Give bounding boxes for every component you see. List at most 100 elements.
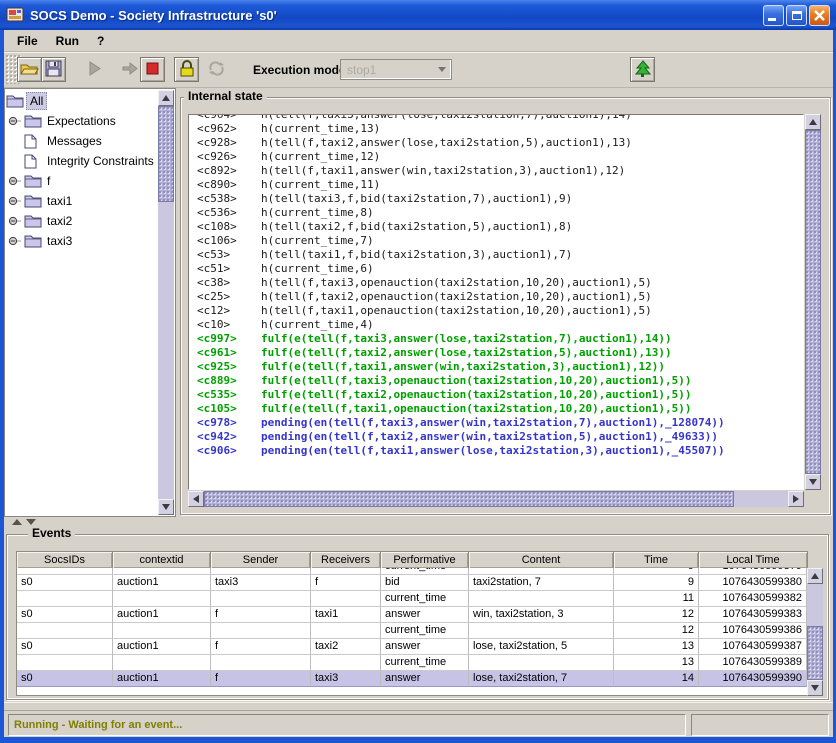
state-line: <c12>h(tell(f,taxi1,openauction(taxi2sta… xyxy=(197,304,803,318)
state-horizontal-scrollbar[interactable] xyxy=(188,491,804,507)
table-row[interactable]: s0auction1ftaxi2answerlose, taxi2station… xyxy=(17,639,807,655)
tree-item-integrity-constraints[interactable]: Integrity Constraints xyxy=(6,151,158,171)
scrollbar-thumb[interactable] xyxy=(204,491,734,507)
expand-handle-icon[interactable] xyxy=(6,195,24,207)
scroll-down-button[interactable] xyxy=(807,680,823,696)
table-cell: current_time xyxy=(381,623,469,639)
tree-vertical-scrollbar[interactable] xyxy=(158,90,174,515)
state-line-text: h(current_time,11) xyxy=(261,178,380,192)
internal-state-border: <c964>h(tell(f,taxi3,answer(lose,taxi2st… xyxy=(180,97,831,515)
collapse-up-button[interactable] xyxy=(12,519,22,525)
tree-item-f[interactable]: f xyxy=(6,171,158,191)
internal-state-textarea[interactable]: <c964>h(tell(f,taxi3,answer(lose,taxi2st… xyxy=(188,114,804,490)
state-line-text: fulf(e(tell(f,taxi3,openauction(taxi2sta… xyxy=(261,374,691,388)
open-button[interactable] xyxy=(17,57,42,82)
scroll-right-button[interactable] xyxy=(788,491,804,507)
column-header-receivers[interactable]: Receivers xyxy=(311,552,381,568)
society-button[interactable] xyxy=(630,57,655,82)
column-header-performative[interactable]: Performative xyxy=(381,552,469,568)
expand-handle-icon[interactable] xyxy=(6,235,24,247)
table-cell: lose, taxi2station, 7 xyxy=(469,671,614,687)
table-row[interactable]: current_time111076430599382 xyxy=(17,591,807,607)
scroll-up-button[interactable] xyxy=(805,114,821,130)
tree-item-expectations[interactable]: Expectations xyxy=(6,111,158,131)
events-table-body: current_time91076430599379s0auction1taxi… xyxy=(16,568,808,696)
expand-handle-icon[interactable] xyxy=(6,175,24,187)
close-button[interactable] xyxy=(809,5,830,26)
maximize-button[interactable] xyxy=(786,5,807,26)
state-line-id: <c10> xyxy=(197,318,261,332)
app-icon xyxy=(6,6,24,24)
menu-bar: FileRun? xyxy=(4,30,833,52)
events-table: SocsIDscontextidSenderReceiversPerformat… xyxy=(16,551,808,696)
table-cell xyxy=(113,623,211,639)
expand-handle-icon[interactable] xyxy=(6,215,24,227)
column-header-sender[interactable]: Sender xyxy=(211,552,311,568)
scroll-down-button[interactable] xyxy=(805,474,821,490)
execution-mode-combobox[interactable]: stop1 xyxy=(340,59,452,80)
column-header-local-time[interactable]: Local Time xyxy=(699,552,807,568)
play-button[interactable] xyxy=(82,57,107,82)
open-folder-icon xyxy=(20,60,39,80)
scroll-up-button[interactable] xyxy=(158,90,174,106)
menu-item-file[interactable]: File xyxy=(8,32,47,50)
folder-icon xyxy=(24,234,44,248)
table-cell: auction1 xyxy=(113,575,211,591)
expand-handle-icon[interactable] xyxy=(6,115,24,127)
minimize-button[interactable] xyxy=(763,5,784,26)
scroll-left-button[interactable] xyxy=(188,491,204,507)
events-panel: Events SocsIDscontextidSenderReceiversPe… xyxy=(6,527,829,702)
state-line: <c890>h(current_time,11) xyxy=(197,178,803,192)
table-cell xyxy=(311,623,381,639)
menu-item-run[interactable]: Run xyxy=(47,32,88,50)
scrollbar-thumb[interactable] xyxy=(158,106,174,202)
title-bar[interactable]: SOCS Demo - Society Infrastructure 's0' xyxy=(0,0,836,30)
table-row[interactable]: current_time131076430599389 xyxy=(17,655,807,671)
scrollbar-thumb[interactable] xyxy=(807,626,823,680)
table-row[interactable]: current_time91076430599379 xyxy=(17,568,807,575)
horizontal-splitter[interactable] xyxy=(4,517,833,527)
state-line-id: <c926> xyxy=(197,150,261,164)
state-vertical-scrollbar[interactable] xyxy=(805,114,821,490)
state-line-id: <c38> xyxy=(197,276,261,290)
table-row[interactable]: current_time121076430599386 xyxy=(17,623,807,639)
table-cell: auction1 xyxy=(113,671,211,687)
column-header-content[interactable]: Content xyxy=(469,552,614,568)
state-line-id: <c53> xyxy=(197,248,261,262)
arrow-right-icon xyxy=(793,495,799,503)
save-icon xyxy=(45,60,62,80)
table-cell: 9 xyxy=(614,575,699,591)
state-line-text: fulf(e(tell(f,taxi3,answer(lose,taxi2sta… xyxy=(261,332,672,346)
scrollbar-thumb[interactable] xyxy=(805,130,821,474)
table-row[interactable]: s0auction1ftaxi1answerwin, taxi2station,… xyxy=(17,607,807,623)
state-line-text: fulf(e(tell(f,taxi2,openauction(taxi2sta… xyxy=(261,388,691,402)
table-cell: taxi3 xyxy=(211,575,311,591)
events-table-header: SocsIDscontextidSenderReceiversPerformat… xyxy=(16,551,808,568)
table-row[interactable]: s0auction1ftaxi3answerlose, taxi2station… xyxy=(17,671,807,687)
table-cell: current_time xyxy=(381,591,469,607)
scroll-up-button[interactable] xyxy=(807,568,823,584)
events-vertical-scrollbar[interactable] xyxy=(807,568,823,696)
table-cell xyxy=(469,623,614,639)
tree-item-taxi3[interactable]: taxi3 xyxy=(6,231,158,251)
column-header-time[interactable]: Time xyxy=(614,552,699,568)
stop-button[interactable] xyxy=(140,57,165,82)
scroll-down-button[interactable] xyxy=(158,499,174,515)
tree-item-all[interactable]: All xyxy=(6,91,158,111)
column-header-contextid[interactable]: contextid xyxy=(113,552,211,568)
table-cell xyxy=(17,655,113,671)
table-row-partial[interactable]: current_time91076430599379 xyxy=(17,568,807,575)
tree-item-taxi1[interactable]: taxi1 xyxy=(6,191,158,211)
collapse-down-button[interactable] xyxy=(26,519,36,525)
tree-item-taxi2[interactable]: taxi2 xyxy=(6,211,158,231)
column-header-socsids[interactable]: SocsIDs xyxy=(17,552,113,568)
table-cell xyxy=(113,655,211,671)
refresh-button[interactable] xyxy=(204,57,229,82)
lock-button[interactable] xyxy=(174,57,199,82)
menu-item-help[interactable]: ? xyxy=(88,32,113,50)
folder-icon xyxy=(6,94,26,108)
save-button[interactable] xyxy=(41,57,66,82)
tree-item-messages[interactable]: Messages xyxy=(6,131,158,151)
state-line: <c536>h(current_time,8) xyxy=(197,206,803,220)
table-row[interactable]: s0auction1taxi3fbidtaxi2station, 7910764… xyxy=(17,575,807,591)
